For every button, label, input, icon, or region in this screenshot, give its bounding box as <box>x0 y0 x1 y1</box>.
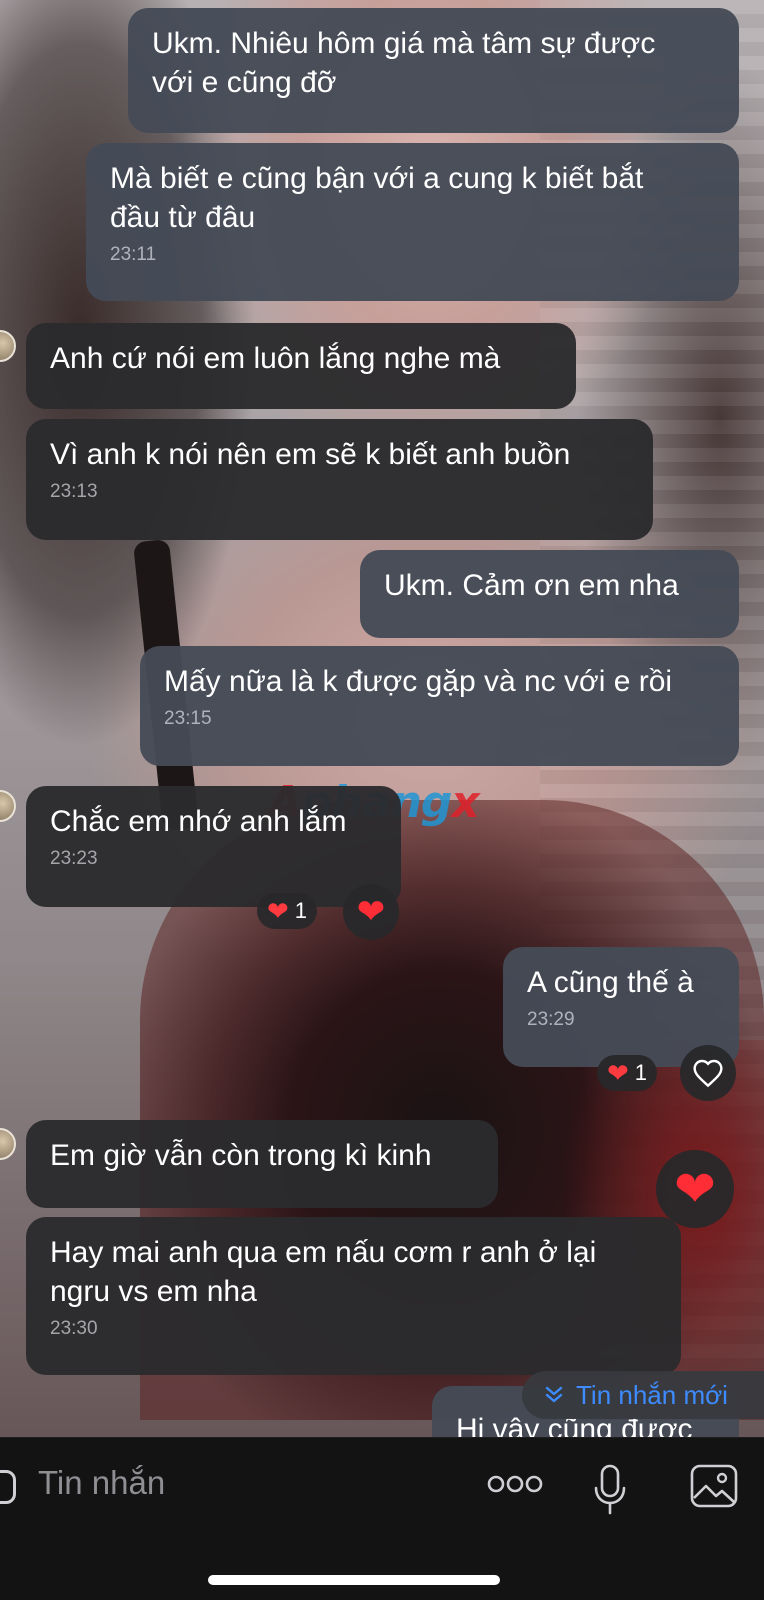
message-bubble-outgoing[interactable]: Ukm. Cảm ơn em nha <box>360 550 739 638</box>
reaction-count: 1 <box>294 898 308 923</box>
message-time: 23:29 <box>527 1009 575 1030</box>
microphone-icon <box>594 1464 626 1515</box>
message-time: 23:15 <box>164 708 212 729</box>
gallery-button[interactable] <box>688 1460 740 1512</box>
chevron-double-down-icon <box>545 1386 563 1403</box>
message-text: Em giờ vẫn còn trong kì kinh <box>50 1139 432 1172</box>
reaction-count: 1 <box>634 1060 648 1085</box>
more-icon <box>487 1475 543 1493</box>
voice-message-button[interactable] <box>588 1460 632 1520</box>
message-text: Anh cứ nói em luôn lắng nghe mà <box>50 342 501 375</box>
camera-icon[interactable] <box>0 1470 16 1504</box>
message-bubble-incoming[interactable]: Chắc em nhớ anh lắm 23:23 <box>26 786 401 907</box>
react-heart-button[interactable] <box>680 1045 736 1101</box>
heart-icon: ❤ <box>267 896 289 926</box>
message-bubble-incoming[interactable]: Vì anh k nói nên em sẽ k biết anh buồn 2… <box>26 419 653 540</box>
heart-icon: ❤ <box>674 1161 716 1217</box>
message-time: 23:30 <box>50 1318 98 1339</box>
image-icon <box>690 1464 738 1508</box>
message-input[interactable]: Tin nhắn <box>38 1464 165 1502</box>
more-button[interactable] <box>486 1460 544 1508</box>
heart-icon: ❤ <box>356 893 386 931</box>
message-bubble-incoming[interactable]: Anh cứ nói em luôn lắng nghe mà <box>26 323 576 409</box>
message-bubble-outgoing[interactable]: Mấy nữa là k được gặp và nc với e rồi 23… <box>140 646 739 766</box>
message-text: Mấy nữa là k được gặp và nc với e rồi <box>164 665 673 698</box>
home-indicator <box>208 1575 500 1585</box>
message-text: Mà biết e cũng bận với a cung k biết bắt… <box>110 162 644 234</box>
message-time: 23:11 <box>110 244 157 265</box>
message-bubble-outgoing[interactable]: Ukm. Nhiêu hôm giá mà tâm sự được với e … <box>128 8 739 133</box>
reaction-count-badge[interactable]: ❤ 1 <box>597 1055 658 1091</box>
heart-outline-icon <box>693 1059 723 1088</box>
reaction-count-badge[interactable]: ❤ 1 <box>257 893 318 929</box>
message-bubble-incoming[interactable]: Em giờ vẫn còn trong kì kinh <box>26 1120 498 1208</box>
message-text: Ukm. Nhiêu hôm giá mà tâm sự được với e … <box>152 27 656 99</box>
new-messages-label: Tin nhắn mới <box>576 1379 728 1410</box>
message-text: Ukm. Cảm ơn em nha <box>384 569 679 602</box>
new-messages-button[interactable]: Tin nhắn mới <box>522 1371 764 1419</box>
heart-icon: ❤ <box>607 1058 629 1088</box>
message-text: A cũng thế à <box>527 966 694 999</box>
message-bubble-outgoing[interactable]: Mà biết e cũng bận với a cung k biết bắt… <box>86 143 739 301</box>
react-heart-button[interactable]: ❤ <box>343 884 399 940</box>
message-text: Hay mai anh qua em nấu cơm r anh ở lại n… <box>50 1236 597 1308</box>
message-text: Chắc em nhớ anh lắm <box>50 805 347 838</box>
message-time: 23:13 <box>50 481 98 502</box>
react-heart-button[interactable]: ❤ <box>656 1150 734 1228</box>
message-bubble-incoming[interactable]: Hay mai anh qua em nấu cơm r anh ở lại n… <box>26 1217 681 1375</box>
message-time: 23:23 <box>50 848 98 869</box>
message-text: Vì anh k nói nên em sẽ k biết anh buồn <box>50 438 571 471</box>
